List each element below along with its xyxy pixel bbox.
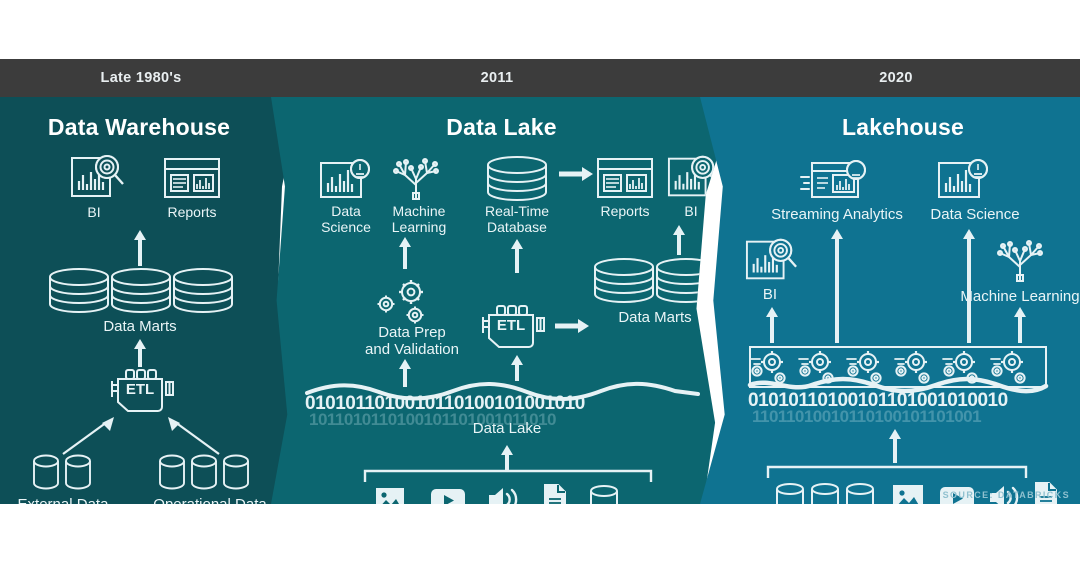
gears-processing-icon <box>747 345 1049 397</box>
panel2-reports-label: Reports <box>600 203 650 219</box>
panel2-data-prep-label: Data Prep and Validation <box>365 324 459 358</box>
panel2-data-marts-label: Data Marts <box>618 309 692 326</box>
panel1-data-marts-label: Data Marts <box>103 318 177 335</box>
arrow-up-icon <box>765 307 779 348</box>
lakehouse-evolution-infographic: Late 1980's 2011 2020 Data Warehouse BI <box>0 59 1080 504</box>
gears-processing-icon <box>375 277 437 327</box>
machine-learning-tree-icon <box>389 155 443 201</box>
database-cylinder-icon <box>486 155 548 202</box>
era-year-2: 2011 <box>480 70 514 86</box>
arrow-up-icon <box>510 239 524 278</box>
panel2-sources-label: Structured, Semi-Structured and Unstruct… <box>337 519 679 536</box>
database-cylinder-icon <box>810 483 840 504</box>
audio-speaker-icon <box>487 486 521 504</box>
panel2-realtime-db-label: Real-Time Database <box>484 203 550 235</box>
database-cylinder-icon <box>172 267 234 314</box>
panel1-operational-data-label: Operational Data <box>153 496 267 513</box>
panel1-reports-label: Reports <box>167 204 217 220</box>
panel3-data-science-label: Data Science <box>930 206 1020 223</box>
panel3-streaming-analytics-label: Streaming Analytics <box>771 206 903 223</box>
timeline-header-bar: Late 1980's 2011 2020 <box>0 59 1080 97</box>
reports-dashboard-icon <box>596 157 654 199</box>
streaming-analytics-icon <box>800 159 866 203</box>
bi-chart-magnifier-icon <box>745 237 799 283</box>
arrow-up-icon <box>672 225 686 260</box>
panel2-etl-label: ETL <box>496 317 526 334</box>
data-science-chart-bulb-icon <box>937 157 993 201</box>
infographic-page: Late 1980's 2011 2020 Data Warehouse BI <box>0 0 1080 567</box>
era-year-3: 2020 <box>879 70 913 86</box>
panel2-title: Data Lake <box>446 114 557 140</box>
database-cylinder-icon <box>845 483 875 504</box>
sources-bracket <box>766 465 1028 479</box>
database-cylinder-icon <box>655 257 717 304</box>
sources-bracket <box>363 469 653 483</box>
panel1-etl-label: ETL <box>125 381 155 398</box>
panel3-sources-label: Structured, Semi-Structured and Unstruct… <box>726 517 1068 534</box>
panel3-title: Lakehouse <box>842 114 964 140</box>
data-science-chart-bulb-icon <box>319 157 375 201</box>
panel1-title: Data Warehouse <box>47 114 231 140</box>
video-play-icon <box>431 489 465 504</box>
arrow-up-icon <box>830 229 844 348</box>
panel-data-warehouse: Data Warehouse BI Reports Data Marts ETL… <box>0 97 300 504</box>
image-file-icon <box>375 487 405 504</box>
panel1-bi-label: BI <box>87 204 101 220</box>
machine-learning-tree-icon <box>993 237 1047 283</box>
database-cylinder-icon <box>110 267 172 314</box>
data-wave-icon <box>305 381 700 401</box>
document-file-icon <box>543 484 567 504</box>
database-cylinder-icon <box>190 454 218 492</box>
database-cylinder-icon <box>158 454 186 492</box>
database-cylinder-icon <box>222 454 250 492</box>
arrow-up-icon <box>962 229 976 348</box>
panel1-external-data-label: External Data <box>17 496 109 513</box>
database-cylinder-icon <box>593 257 655 304</box>
arrow-up-icon <box>888 429 902 468</box>
bi-chart-magnifier-icon <box>70 154 126 200</box>
panel3-bi-label: BI <box>762 286 778 303</box>
panel2-machine-learning-label: Machine Learning <box>391 203 447 235</box>
reports-dashboard-icon <box>163 157 221 199</box>
panel2-data-lake-label: Data Lake <box>472 420 542 437</box>
source-attribution: SOURCE: DATABRICKS <box>942 490 1070 500</box>
arrow-right-icon <box>555 319 589 338</box>
arrow-up-icon <box>398 237 412 274</box>
database-cylinder-icon <box>64 454 92 492</box>
era-year-1: Late 1980's <box>100 70 182 86</box>
database-cylinder-icon <box>589 485 619 504</box>
database-cylinder-icon <box>48 267 110 314</box>
image-file-icon <box>893 485 923 504</box>
panel2-bi-label: BI <box>684 203 698 219</box>
database-cylinder-icon <box>775 483 805 504</box>
panel-lakehouse: Lakehouse Streaming Analytics Data Scien… <box>700 97 1080 504</box>
database-cylinder-icon <box>32 454 60 492</box>
panel3-binary-bottom: 11011010010110100101101001 <box>752 407 982 426</box>
bi-chart-magnifier-icon <box>667 154 721 200</box>
arrow-up-icon <box>133 230 147 271</box>
arrow-right-icon <box>559 167 593 186</box>
arrow-up-icon <box>1013 307 1027 348</box>
panel-data-lake: Data Lake Data Science Machine Learning … <box>271 97 736 504</box>
